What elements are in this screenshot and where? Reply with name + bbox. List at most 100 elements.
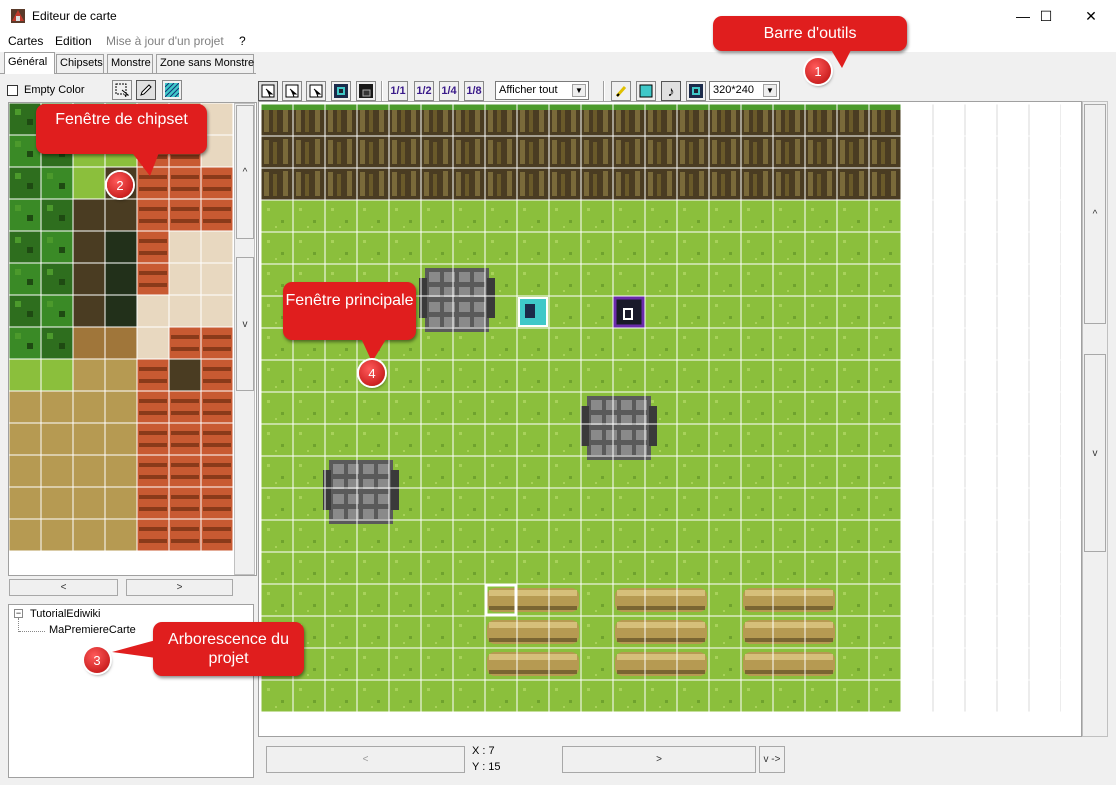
brush-button[interactable]: [611, 81, 631, 101]
chipset-tile: [9, 231, 41, 263]
chipset-tile: [9, 423, 41, 455]
display-mode-select[interactable]: Afficher tout ▼: [495, 81, 589, 100]
select-tool-button[interactable]: [112, 80, 132, 100]
chipset-tile: [73, 295, 105, 327]
chipset-tile: [9, 359, 41, 391]
start-event-button[interactable]: [686, 81, 706, 101]
layer2-button[interactable]: [282, 81, 302, 101]
tree-collapse-icon[interactable]: −: [14, 609, 23, 618]
chipset-tile: [9, 167, 41, 199]
chipset-tile: [201, 295, 233, 327]
chipset-tile: [105, 231, 137, 263]
coord-x: X : 7: [472, 745, 495, 757]
map-scroll-left[interactable]: <: [266, 746, 465, 773]
window-title: Editeur de carte: [32, 9, 117, 23]
chipset-tile: [105, 327, 137, 359]
callout-pointer: [130, 150, 160, 176]
chipset-tile: [201, 519, 233, 551]
tab-zone-sans-monstre[interactable]: Zone sans Monstre: [156, 54, 254, 73]
zoom-1-4-button[interactable]: 1/4: [439, 81, 459, 101]
chipset-tile: [137, 519, 169, 551]
chevron-down-icon: v: [242, 318, 248, 330]
event-layer-button[interactable]: [331, 81, 351, 101]
event-dark-button[interactable]: [356, 81, 376, 101]
fill-pattern-icon: [165, 83, 179, 97]
zoom-1-2-button[interactable]: 1/2: [414, 81, 434, 101]
chipset-scroll-left[interactable]: <: [9, 579, 118, 596]
chipset-tile: [41, 423, 73, 455]
tree-line: [19, 631, 45, 632]
map-scroll-up[interactable]: ^: [1084, 104, 1106, 324]
chipset-tiles[interactable]: [9, 103, 235, 553]
map-outside: [901, 104, 1061, 714]
layer3-button[interactable]: [306, 81, 326, 101]
menu-mise-a-jour[interactable]: Mise à jour d'un projet: [106, 34, 224, 48]
chipset-tile: [73, 455, 105, 487]
main-map-window[interactable]: [258, 101, 1082, 737]
layer1-button[interactable]: [258, 81, 278, 101]
chipset-scroll-up[interactable]: ^: [236, 105, 254, 239]
zoom-1-8-button[interactable]: 1/8: [464, 81, 484, 101]
chipset-tile: [41, 455, 73, 487]
chipset-vertical-scrollbar[interactable]: ^ v: [234, 103, 255, 575]
chevron-right-icon: >: [656, 754, 662, 765]
close-button[interactable]: ✕: [1068, 0, 1114, 32]
tree-root-item[interactable]: TutorialEdiwiki: [30, 608, 101, 620]
chipset-tile: [169, 199, 201, 231]
map-vertical-scrollbar[interactable]: ^ v: [1082, 101, 1108, 737]
music-note-icon: ♪: [667, 83, 675, 99]
menu-edition[interactable]: Edition: [55, 34, 92, 48]
zoom-1-1-button[interactable]: 1/1: [388, 81, 408, 101]
toolbar-separator: [381, 81, 383, 101]
chipset-tile: [73, 487, 105, 519]
badge-1: 1: [805, 58, 831, 84]
map-scroll-right[interactable]: >: [562, 746, 756, 773]
chipset-scroll-right[interactable]: >: [126, 579, 233, 596]
chipset-tile: [169, 327, 201, 359]
chipset-tile: [73, 519, 105, 551]
tree-line: [18, 618, 19, 632]
map-canvas[interactable]: [261, 104, 1061, 714]
map-scroll-down[interactable]: v: [1084, 354, 1106, 552]
chevron-left-icon: <: [60, 582, 67, 593]
fill-tool-button[interactable]: [162, 80, 182, 100]
chipset-tile: [41, 327, 73, 359]
event-dark-icon: [359, 84, 373, 98]
tab-monstre[interactable]: Monstre: [107, 54, 153, 73]
chipset-scroll-down[interactable]: v: [236, 257, 254, 391]
chipset-tile: [169, 423, 201, 455]
display-mode-value: Afficher tout: [499, 84, 558, 96]
v-button[interactable]: v ->: [759, 746, 785, 773]
callout-tree: Arborescence du projet: [153, 622, 304, 676]
resolution-select[interactable]: 320*240 ▼: [709, 81, 780, 100]
chipset-tile: [41, 519, 73, 551]
chipset-tile: [73, 423, 105, 455]
layer2-icon: [285, 84, 299, 98]
chipset-tile: [137, 455, 169, 487]
chipset-tile: [137, 327, 169, 359]
chipset-tile: [9, 199, 41, 231]
chipset-tile: [105, 455, 137, 487]
chipset-tile: [9, 519, 41, 551]
fill-color-button[interactable]: [636, 81, 656, 101]
coord-y: Y : 15: [472, 761, 501, 773]
chipset-tile: [105, 423, 137, 455]
music-button[interactable]: ♪: [661, 81, 681, 101]
chipset-tile: [9, 327, 41, 359]
maximize-button[interactable]: ☐: [1023, 0, 1069, 32]
tab-general[interactable]: Général: [4, 52, 55, 74]
chipset-tile: [41, 167, 73, 199]
chipset-tile: [41, 359, 73, 391]
tab-chipsets[interactable]: Chipsets: [56, 54, 104, 73]
menu-cartes[interactable]: Cartes: [8, 34, 43, 48]
empty-color-checkbox[interactable]: [7, 85, 18, 96]
tree-map-item[interactable]: MaPremiereCarte: [49, 624, 136, 636]
chipset-tile: [41, 263, 73, 295]
chipset-tile: [41, 391, 73, 423]
chipset-tile: [105, 519, 137, 551]
pencil-tool-button[interactable]: [136, 80, 156, 100]
menu-help[interactable]: ?: [239, 34, 246, 48]
chipset-tile: [169, 391, 201, 423]
chevron-up-icon: ^: [242, 166, 248, 178]
chipset-tile: [41, 231, 73, 263]
